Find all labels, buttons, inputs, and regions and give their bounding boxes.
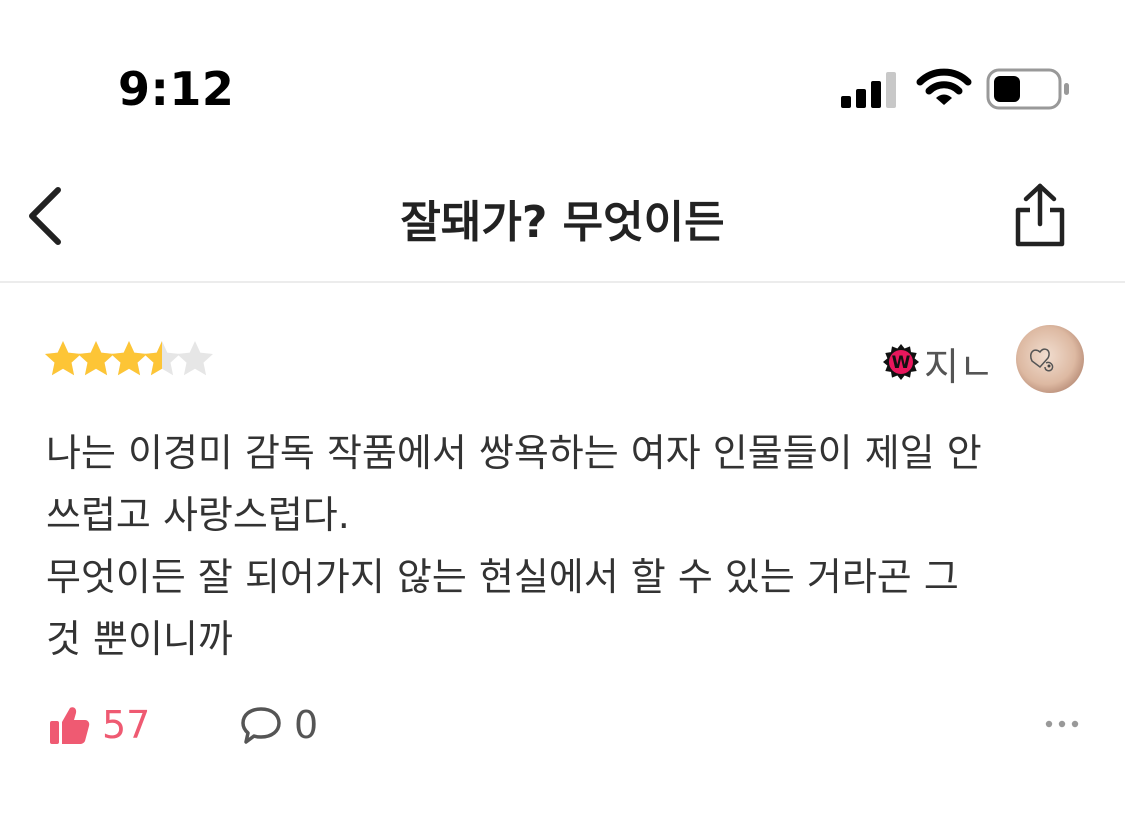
star-icon [144, 341, 180, 376]
review-body-line: 것 뿐이니까 [46, 617, 233, 661]
review-body-line: 쓰럽고 사랑스럽다. [46, 493, 350, 537]
user-badge-icon: W [883, 344, 919, 380]
comment-bubble-icon [241, 707, 281, 744]
share-button[interactable] [1012, 182, 1068, 248]
star-icon [78, 341, 114, 376]
avatar[interactable] [1016, 325, 1084, 393]
review-body-line: 무엇이든 잘 되어가지 않는 현실에서 할 수 있는 거라곤 그 [46, 555, 959, 599]
share-icon [1015, 183, 1065, 247]
header-divider [0, 281, 1125, 283]
page-title: 잘돼가? 무엇이든 [400, 197, 725, 248]
review-body: 나는 이경미 감독 작품에서 쌍욕하는 여자 인물들이 제일 안 쓰럽고 사랑스… [46, 422, 1086, 670]
badge-letter: W [892, 353, 911, 373]
wifi-icon [916, 68, 972, 105]
battery-icon [986, 68, 1069, 110]
star-icon [111, 341, 147, 376]
comment-button[interactable]: 0 [240, 702, 318, 748]
thumbs-up-icon [50, 707, 90, 744]
star-icon [45, 341, 81, 376]
status-time: 9:12 [118, 62, 235, 116]
reviewer-name[interactable]: 지ㄴ [924, 336, 994, 391]
review-body-line: 나는 이경미 감독 작품에서 쌍욕하는 여자 인물들이 제일 안 [46, 431, 982, 475]
more-options-button[interactable] [1044, 712, 1080, 736]
back-button[interactable] [24, 184, 68, 248]
like-button[interactable]: 57 [48, 702, 150, 748]
like-count: 57 [102, 703, 151, 747]
avatar-image [1016, 325, 1084, 393]
cellular-signal-icon [841, 72, 896, 108]
comment-count: 0 [294, 703, 319, 747]
star-icon [177, 341, 213, 376]
more-dots-icon [1045, 720, 1079, 728]
rating-stars [45, 341, 213, 376]
